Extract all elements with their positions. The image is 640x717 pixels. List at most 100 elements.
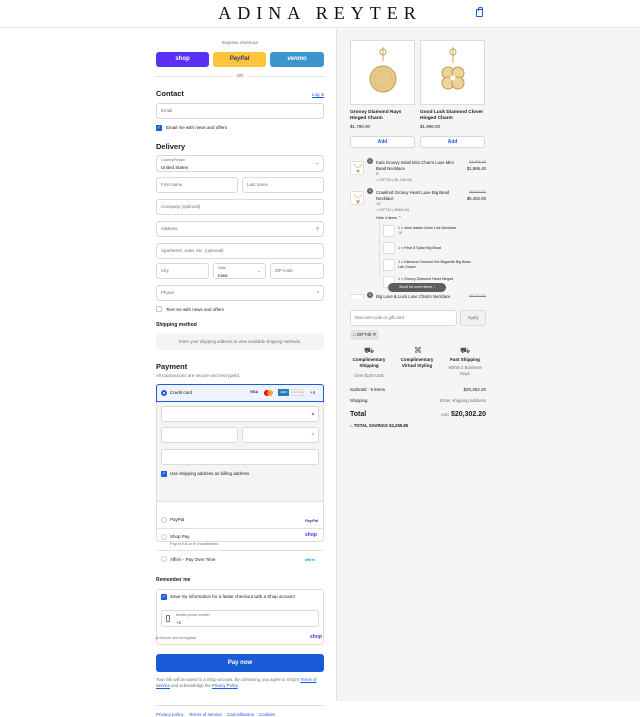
sale-price: $5,482.80 (466, 196, 486, 201)
gift-icon: ⌘ (414, 346, 422, 355)
security-code-field[interactable]: ? (242, 427, 319, 443)
city-field[interactable]: City (156, 263, 209, 279)
cart-item-discount: ⌂ GIFT40 (-$1,208.00) (376, 178, 412, 182)
footer-terms-link[interactable]: Terms of service (189, 712, 222, 717)
paypal-button[interactable]: PayPal (213, 52, 266, 67)
mobile-phone-field[interactable]: Mobile phone number +1 (161, 610, 319, 627)
discount-chip: ⌂ GIFT40 ✕ (350, 330, 380, 340)
address-field[interactable]: Address ⚲ (156, 221, 324, 237)
upsell-price: $1,798.00 (350, 124, 371, 129)
shop-pay-label[interactable]: Shop Pay (170, 534, 190, 539)
apartment-field[interactable]: Apartment, suite, etc. (optional) (156, 243, 324, 259)
save-info-checkbox[interactable]: ✓ (161, 594, 167, 600)
upsell-name: Good Luck Diamond Clover Hinged Charm (420, 110, 484, 121)
legal-text-2: and acknowledge the (171, 683, 211, 688)
name-on-card-field[interactable] (161, 449, 319, 465)
cart-item-name: Crawford Groovy Heart Luxe Big Bead Neck… (376, 190, 450, 201)
bundle-item-thumbnail (383, 225, 395, 237)
chevron-down-icon: ⌄ (257, 268, 261, 273)
venmo-button[interactable]: venmo (270, 52, 324, 67)
tag-icon: ⌂ (353, 332, 356, 337)
privacy-link[interactable]: Privacy Policy (212, 683, 238, 688)
product-thumbnail (350, 294, 364, 299)
remove-icon[interactable]: ✕ (373, 332, 377, 337)
bundle-connector (379, 221, 380, 277)
upsell-image[interactable] (420, 40, 485, 105)
zip-field[interactable]: ZIP code (270, 263, 324, 279)
divider (157, 528, 323, 529)
country-select[interactable]: Country/Region United States ⌄ (156, 155, 324, 172)
news-checkbox[interactable]: ✓ (156, 125, 162, 131)
cart-item-discount: ⌂ GIFT40 (-$968.20) (376, 208, 409, 212)
last-name-field[interactable]: Last name (242, 177, 324, 193)
country-value: United States (161, 165, 189, 170)
news-label: Email me with news and offers (166, 125, 227, 130)
benefit-title: Complimentary Shipping (352, 357, 386, 368)
bundle-item-name: 1 × Pavé 8 Spike Big Bead (398, 246, 441, 250)
email-field[interactable]: Email (156, 103, 324, 119)
benefit-sub: Over $100 USD (354, 373, 384, 378)
cart-items-list[interactable]: 1 Kaia Groovy Initial Mini Charm Luxe Mi… (350, 157, 486, 299)
shop-pay-subtext: Pay in full or in installments (170, 541, 219, 546)
card-number-field[interactable]: 🔒︎ (161, 406, 319, 422)
paypal-label[interactable]: PayPal (170, 517, 184, 522)
footer-cookies-link[interactable]: Cookies (259, 712, 275, 717)
bundle-item-name: 1 × Diamond Channel-Set Baguette Big Bea… (398, 260, 473, 269)
upsell-image[interactable] (350, 40, 415, 105)
legal-text: Your info will be saved to a Shop accoun… (156, 677, 324, 689)
bundle-item-thumbnail (383, 242, 395, 254)
shopping-bag-icon[interactable] (476, 7, 483, 17)
shop-pay-radio[interactable] (161, 534, 167, 540)
phone-placeholder: Phone (161, 290, 175, 295)
affirm-label[interactable]: Affirm - Pay Over Time (170, 557, 215, 562)
help-icon[interactable]: ? (311, 428, 314, 442)
affirm-logo: affirm (305, 558, 315, 562)
phone-field[interactable]: Phone ? (156, 285, 324, 301)
total-savings: ⌂ TOTAL SAVINGS $2,255.80 (350, 423, 408, 428)
footer-cancellations-link[interactable]: Cancellations (227, 712, 254, 717)
truck-icon: ⛟ (460, 346, 471, 355)
address-placeholder: Address (161, 226, 178, 231)
paypal-radio[interactable] (161, 517, 167, 523)
paypal-logo: PayPal (305, 518, 319, 523)
help-icon[interactable]: ? (316, 286, 319, 300)
bundle-item-sub: 16" (398, 231, 403, 235)
add-upsell-button[interactable]: Add (350, 136, 415, 148)
discount-text: GIFT40 (-$968.20) (379, 208, 409, 212)
cart-item-variant: B (376, 172, 379, 176)
divider (156, 705, 324, 706)
state-select[interactable]: State Iowa ⌄ (213, 263, 266, 279)
state-value: Iowa (218, 273, 228, 278)
mastercard-icon (264, 390, 273, 396)
sale-price: $1,886.40 (466, 166, 486, 171)
credit-card-radio[interactable] (161, 390, 167, 396)
country-label: Country/Region (161, 158, 186, 162)
expiry-field[interactable] (161, 427, 238, 443)
chevron-down-icon: ⌄ (315, 160, 319, 165)
hide-items-toggle[interactable]: Hide 4 items ⌃ (376, 215, 401, 220)
scroll-more-button[interactable]: Scroll for more items ↓ (388, 283, 446, 292)
affirm-radio[interactable] (161, 556, 167, 562)
pay-now-button[interactable]: Pay now (156, 654, 324, 672)
billing-checkbox[interactable]: ✓ (161, 471, 167, 477)
hide-items-label: Hide 4 items (376, 216, 398, 220)
shop-pay-button[interactable]: shop (156, 52, 209, 67)
footer-privacy-link[interactable]: Privacy policy (156, 712, 184, 717)
tag-icon: ⌂ (376, 208, 379, 212)
apply-button[interactable]: Apply (460, 310, 486, 326)
savings-label: TOTAL SAVINGS (353, 423, 388, 428)
checkout-form: Express checkout shop PayPal venmo OR Co… (0, 29, 336, 717)
clover-charm-image (441, 47, 465, 90)
add-upsell-button[interactable]: Add (420, 136, 485, 148)
divider (157, 501, 323, 502)
text-news-checkbox[interactable] (156, 306, 162, 312)
search-icon: ⚲ (315, 226, 319, 231)
scroll-more-label: Scroll for more items (399, 285, 433, 289)
company-field[interactable]: Company (optional) (156, 199, 324, 215)
first-name-field[interactable]: First name (156, 177, 238, 193)
discount-code-field[interactable]: Discount code or gift card (350, 310, 457, 326)
store-logo[interactable]: ADINA REYTER (0, 3, 640, 24)
secure-label: 🔒︎ Secure and encrypted (156, 636, 196, 640)
login-link[interactable]: Log in (312, 92, 324, 97)
secure-text: Secure and encrypted (159, 636, 197, 640)
